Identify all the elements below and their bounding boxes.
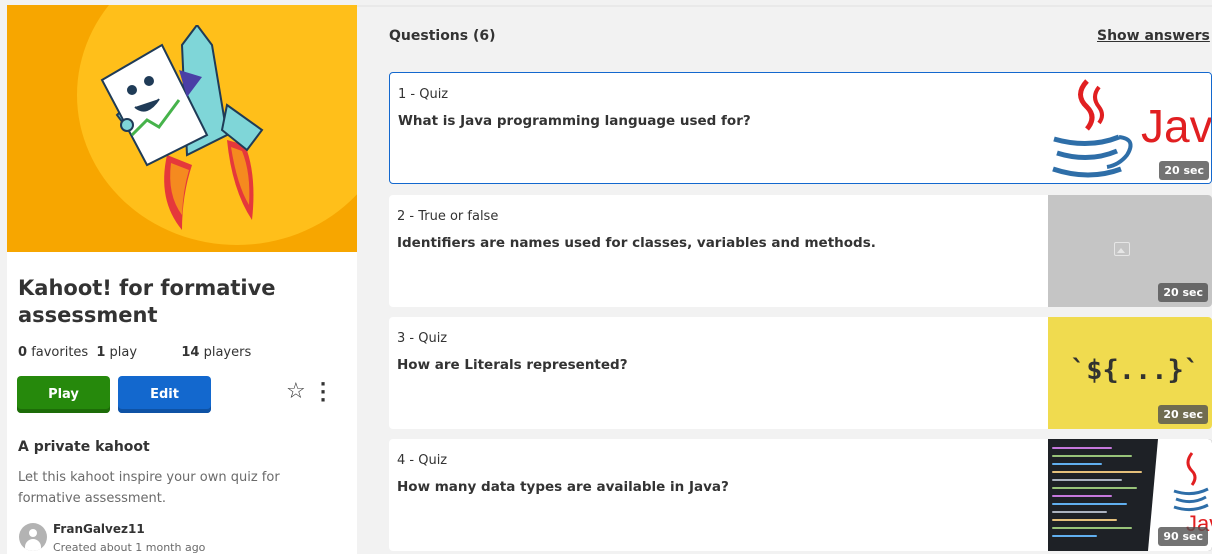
image-placeholder: 20 sec [1048,195,1212,307]
question-time-badge: 20 sec [1159,161,1209,180]
code-line [1052,455,1132,457]
more-options-icon[interactable]: · · · [319,376,327,410]
template-literal-text: `${...}` [1070,355,1201,386]
rocket-document-illustration-icon [100,25,264,230]
code-line [1052,495,1112,497]
question-text: What is Java programming language used f… [398,113,751,129]
java-wordmark: Java [1141,100,1212,152]
question-text: How many data types are available in Jav… [397,479,729,495]
favorites-count: 0 [18,345,28,360]
code-line [1052,479,1122,481]
avatar-body [25,539,41,551]
code-line [1052,503,1127,505]
author-name[interactable]: FranGalvez11 [53,522,145,536]
question-time-badge: 90 sec [1158,527,1208,546]
image-placeholder-icon [1114,242,1130,256]
code-line [1052,447,1112,449]
question-type: 1 - Quiz [398,87,449,102]
code-line [1052,527,1132,529]
avatar[interactable] [19,523,47,551]
java-code-image: Java 90 sec [1048,439,1212,551]
players-count: 14 [181,345,200,360]
code-line [1052,535,1097,537]
play-button[interactable]: Play [17,376,110,413]
questions-heading: Questions (6) [389,28,496,44]
show-answers-button[interactable]: Show answers [1097,28,1210,44]
code-line [1052,487,1137,489]
code-line [1052,463,1102,465]
visibility-heading: A private kahoot [18,439,150,455]
favorite-star-icon[interactable]: ☆ [286,379,306,404]
kahoot-stats: 0 favorites 1 play 14 players [18,345,255,360]
players-label: players [203,345,252,360]
avatar-head [29,529,37,537]
question-type: 4 - Quiz [397,453,448,468]
question-type: 2 - True or false [397,209,499,224]
code-line [1052,519,1117,521]
template-literal-image: `${...}` 20 sec [1048,317,1212,429]
edit-button[interactable]: Edit [118,376,211,413]
plays-count: 1 [96,345,106,360]
plays-label: play [109,345,138,360]
question-text: Identifiers are names used for classes, … [397,235,876,251]
top-divider [357,5,1212,7]
kahoot-description: Let this kahoot inspire your own quiz fo… [18,470,280,506]
kahoot-details-panel: Kahoot! for formative assessment 0 favor… [7,5,357,554]
kahoot-title: Kahoot! for formative assessment [18,276,276,327]
kahoot-cover-image [7,5,357,252]
code-line [1052,511,1107,513]
question-time-badge: 20 sec [1158,283,1208,302]
favorites-label: favorites [31,345,89,360]
question-card[interactable]: 2 - True or false Identifiers are names … [389,195,1212,307]
question-card[interactable]: 1 - Quiz What is Java programming langua… [389,72,1212,184]
java-logo-icon: Java 20 sec [1049,73,1212,183]
question-time-badge: 20 sec [1158,405,1208,424]
code-line [1052,471,1142,473]
java-cup-icon [1052,79,1133,178]
question-card[interactable]: 3 - Quiz How are Literals represented? `… [389,317,1212,429]
created-date: Created about 1 month ago [53,541,206,554]
question-type: 3 - Quiz [397,331,448,346]
question-text: How are Literals represented? [397,357,628,373]
question-card[interactable]: 4 - Quiz How many data types are availab… [389,439,1212,551]
